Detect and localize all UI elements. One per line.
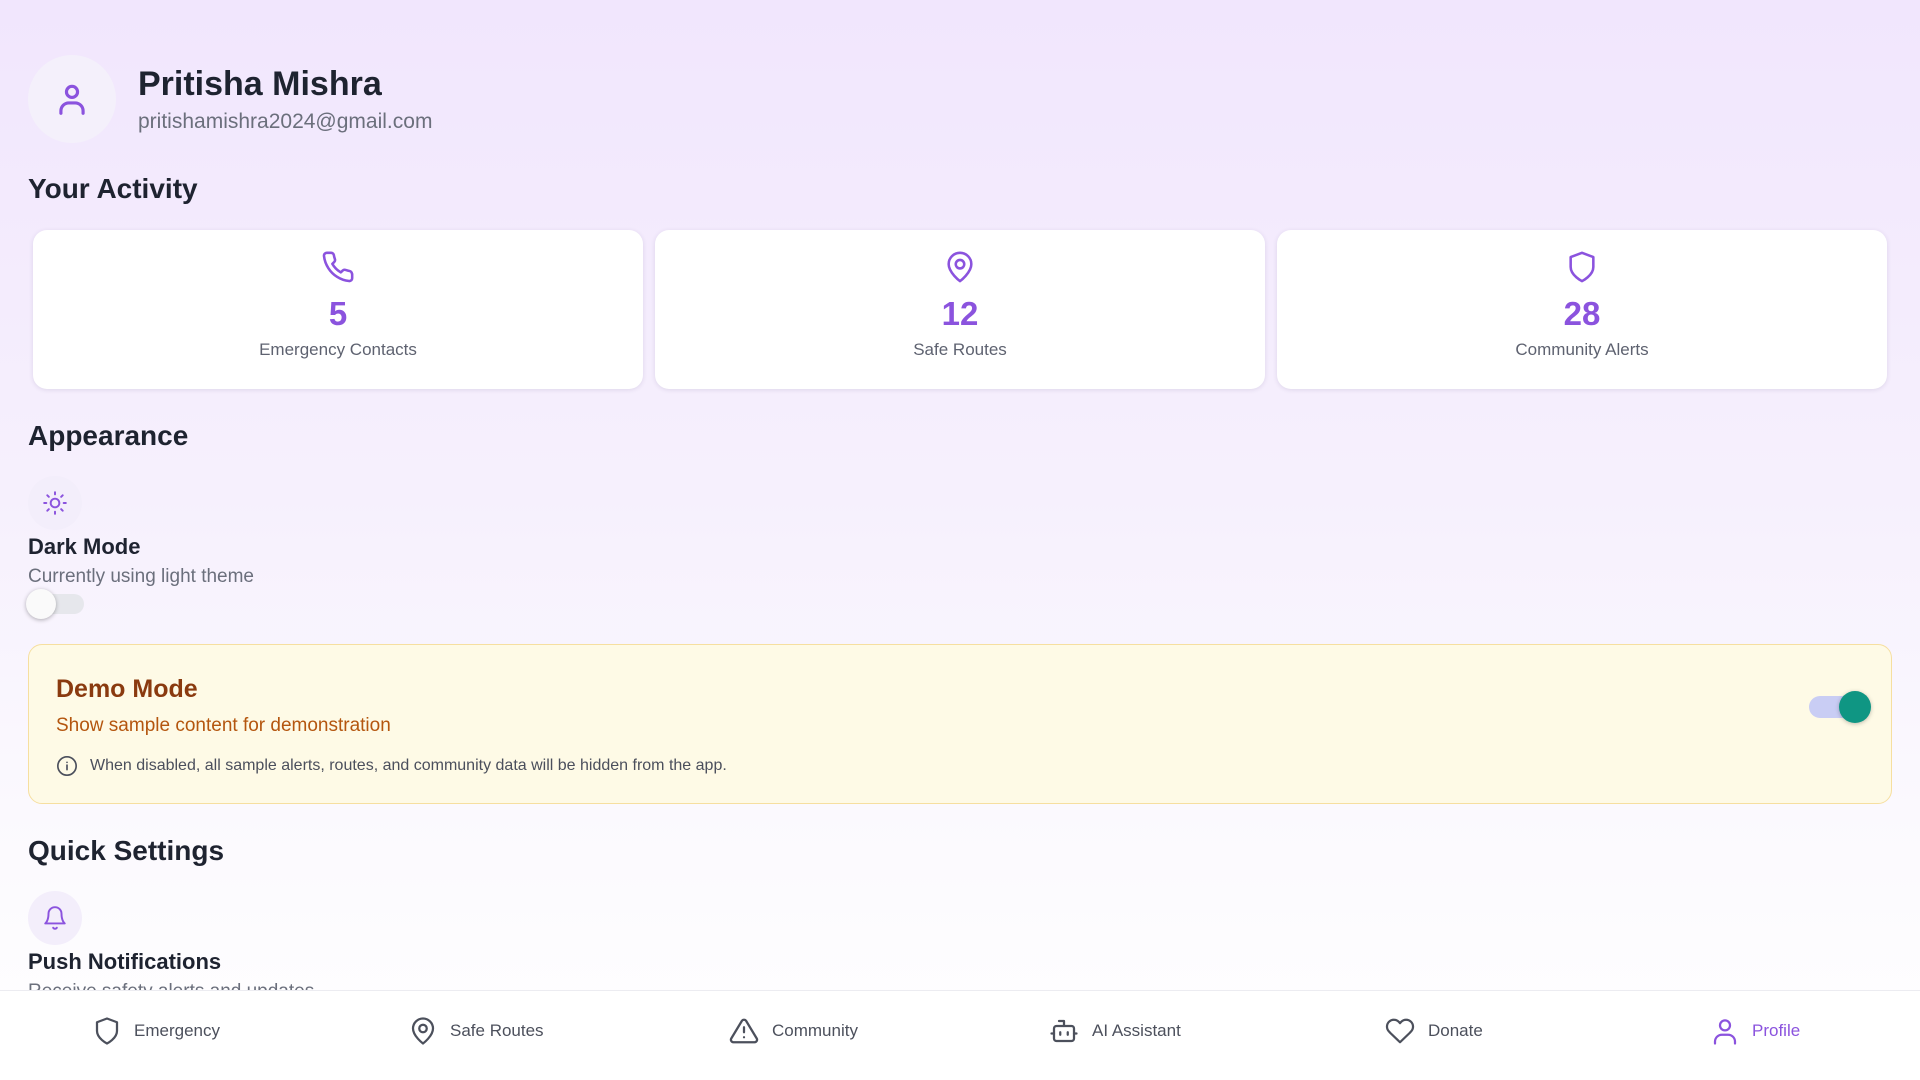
map-pin-icon bbox=[947, 251, 973, 283]
nav-item-label: Donate bbox=[1428, 1021, 1483, 1040]
nav-item-emergency[interactable]: Emergency bbox=[92, 991, 220, 1071]
profile-header: Pritisha Mishra pritishamishra2024@gmail… bbox=[28, 55, 432, 143]
activity-heading: Your Activity bbox=[28, 173, 198, 204]
demo-mode-toggle[interactable] bbox=[1809, 691, 1871, 723]
bell-icon bbox=[44, 906, 66, 930]
toggle-knob bbox=[26, 589, 56, 619]
dark-mode-title: Dark Mode bbox=[28, 534, 141, 559]
nav-item-ai-assistant[interactable]: AI Assistant bbox=[1048, 991, 1181, 1071]
nav-item-community[interactable]: Community bbox=[728, 991, 858, 1071]
demo-mode-subtitle: Show sample content for demonstration bbox=[56, 715, 391, 736]
demo-mode-note: When disabled, all sample alerts, routes… bbox=[56, 755, 727, 777]
nav-item-profile[interactable]: Profile bbox=[1710, 991, 1800, 1071]
nav-item-label: Profile bbox=[1752, 1021, 1801, 1040]
avatar[interactable] bbox=[28, 55, 116, 143]
alert-triangle-icon bbox=[729, 1018, 759, 1044]
map-pin-icon bbox=[411, 1017, 435, 1045]
stat-value: 5 bbox=[328, 295, 348, 332]
stat-label: Safe Routes bbox=[913, 340, 1007, 359]
stat-card-emergency-contacts[interactable]: 5 Emergency Contacts bbox=[33, 230, 643, 389]
user-icon bbox=[1713, 1019, 1737, 1045]
shield-icon bbox=[95, 1017, 119, 1045]
shield-icon bbox=[1569, 251, 1595, 283]
user-icon bbox=[59, 84, 85, 115]
phone-icon bbox=[322, 251, 354, 283]
nav-item-donate[interactable]: Donate bbox=[1384, 991, 1483, 1071]
dark-mode-icon-wrap bbox=[28, 476, 82, 530]
dark-mode-toggle[interactable] bbox=[26, 589, 84, 619]
push-notifications-icon-wrap bbox=[28, 891, 82, 945]
stat-label: Emergency Contacts bbox=[259, 340, 417, 359]
demo-mode-card: Demo Mode Show sample content for demons… bbox=[28, 644, 1892, 804]
profile-name: Pritisha Mishra bbox=[138, 65, 382, 103]
nav-item-safe-routes[interactable]: Safe Routes bbox=[408, 991, 544, 1071]
toggle-knob bbox=[1839, 691, 1871, 723]
heart-icon bbox=[1385, 1018, 1415, 1044]
dark-mode-subtitle: Currently using light theme bbox=[28, 566, 254, 587]
stat-card-safe-routes[interactable]: 12 Safe Routes bbox=[655, 230, 1265, 389]
nav-item-label: Community bbox=[772, 1021, 858, 1040]
push-notifications-title: Push Notifications bbox=[28, 949, 222, 974]
demo-mode-note-text: When disabled, all sample alerts, routes… bbox=[90, 757, 727, 774]
stat-value: 28 bbox=[1563, 295, 1601, 332]
nav-item-label: AI Assistant bbox=[1092, 1021, 1181, 1040]
profile-email: pritishamishra2024@gmail.com bbox=[138, 110, 433, 133]
info-icon bbox=[57, 756, 77, 776]
nav-item-label: Emergency bbox=[134, 1021, 220, 1040]
quick-settings-heading: Quick Settings bbox=[28, 835, 225, 866]
stat-card-community-alerts[interactable]: 28 Community Alerts bbox=[1277, 230, 1887, 389]
bottom-nav: Emergency Safe Routes Community AI Assis… bbox=[0, 990, 1920, 1080]
stat-label: Community Alerts bbox=[1515, 340, 1649, 359]
demo-mode-title: Demo Mode bbox=[56, 675, 198, 703]
robot-icon bbox=[1050, 1019, 1078, 1043]
sun-icon bbox=[43, 491, 67, 515]
activity-stats: 5 Emergency Contacts 12 Safe Routes 28 C… bbox=[33, 230, 1887, 389]
profile-page: Pritisha Mishra pritishamishra2024@gmail… bbox=[0, 0, 1920, 990]
stat-value: 12 bbox=[941, 295, 979, 332]
appearance-heading: Appearance bbox=[28, 420, 189, 451]
nav-item-label: Safe Routes bbox=[450, 1021, 544, 1040]
push-notifications-subtitle: Receive safety alerts and updates bbox=[28, 981, 314, 990]
